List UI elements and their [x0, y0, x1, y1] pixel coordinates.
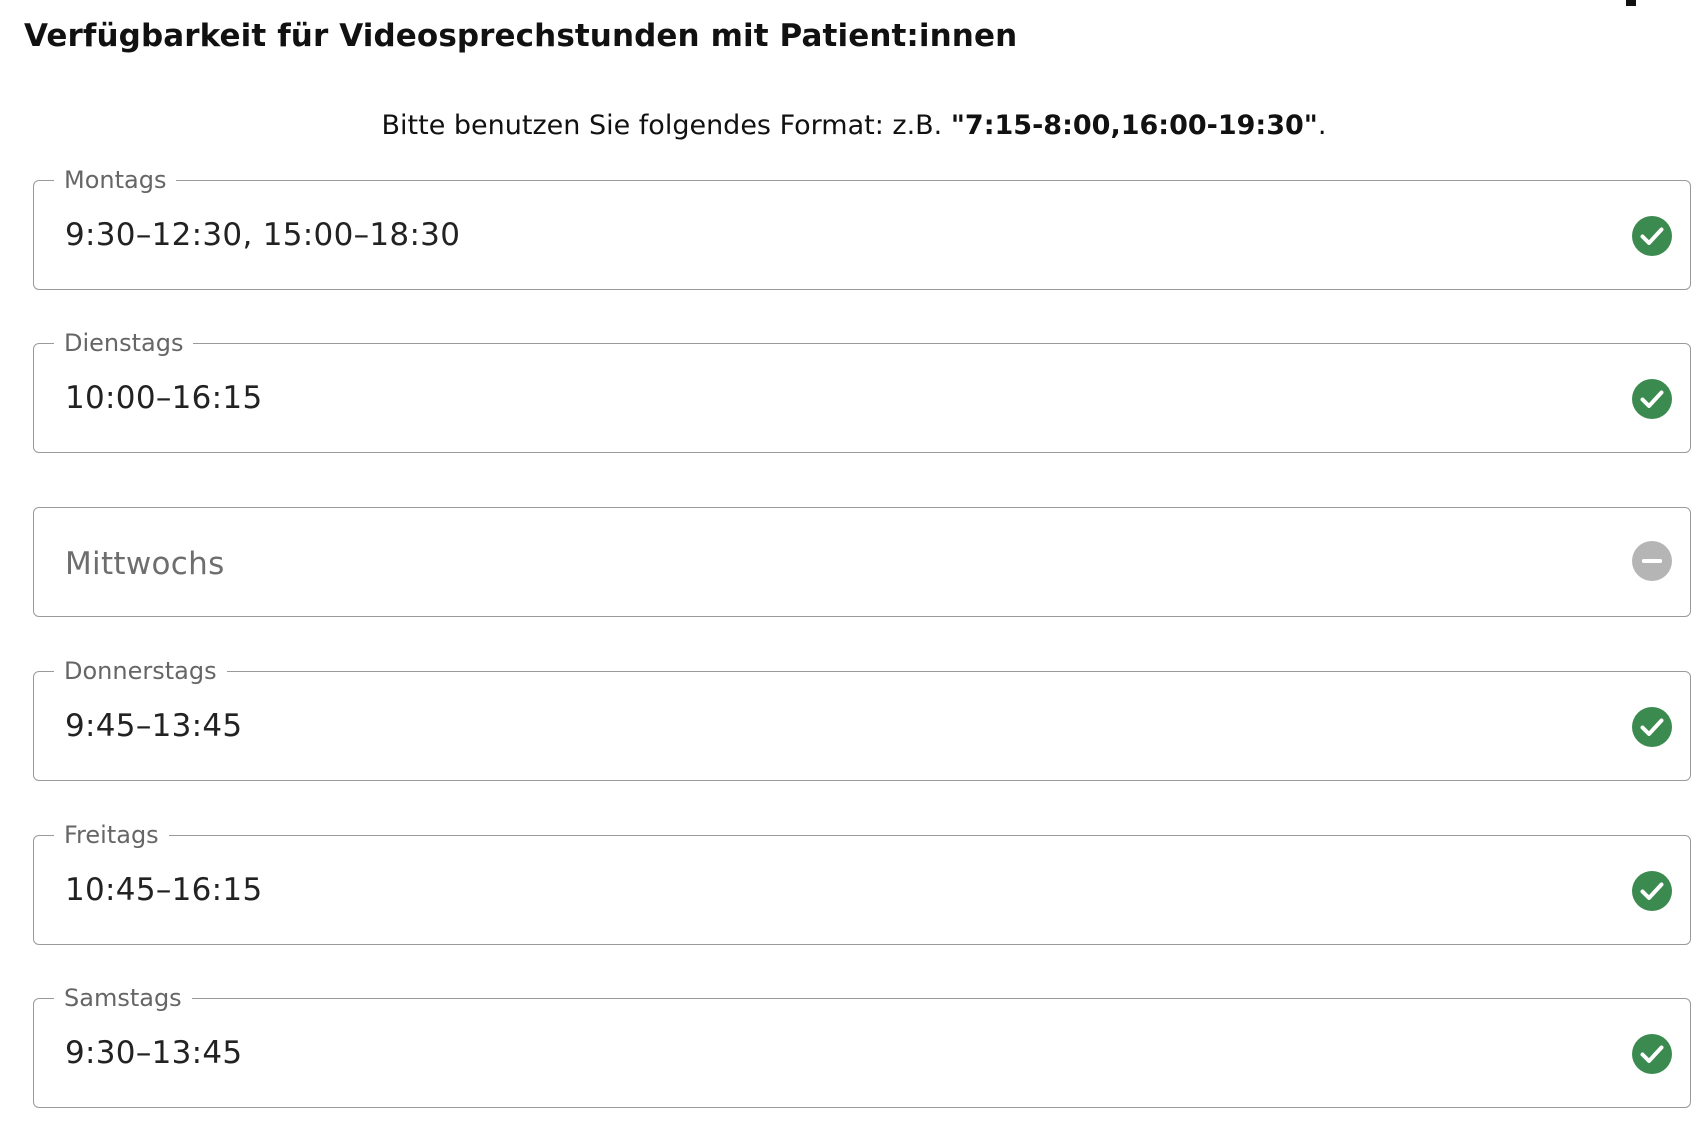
thursday-label: Donnerstags — [54, 656, 227, 686]
tuesday-label: Dienstags — [54, 328, 194, 358]
format-hint-period: . — [1317, 110, 1327, 141]
friday-field[interactable]: Freitags 10:45–16:15 — [33, 820, 1691, 945]
format-example: "7:15-8:00,16:00-19:30" — [950, 110, 1318, 141]
check-circle-icon — [1632, 871, 1672, 911]
check-circle-icon — [1632, 379, 1672, 419]
monday-label: Montags — [54, 165, 177, 195]
thursday-input[interactable]: 9:45–13:45 — [65, 706, 242, 746]
minus-circle-icon — [1632, 541, 1672, 581]
wednesday-placeholder[interactable]: Mittwochs — [65, 544, 225, 584]
top-edge-fragment — [1626, 0, 1636, 6]
saturday-label: Samstags — [54, 983, 192, 1013]
saturday-input[interactable]: 9:30–13:45 — [65, 1033, 242, 1073]
availability-page: Verfügbarkeit für Videosprechstunden mit… — [0, 0, 1708, 1126]
check-circle-icon — [1632, 1034, 1672, 1074]
tuesday-input[interactable]: 10:00–16:15 — [65, 378, 262, 418]
monday-field[interactable]: Montags 9:30–12:30, 15:00–18:30 — [33, 165, 1691, 290]
page-title: Verfügbarkeit für Videosprechstunden mit… — [24, 18, 1018, 54]
format-hint: Bitte benutzen Sie folgendes Format: z.B… — [0, 110, 1708, 141]
monday-input[interactable]: 9:30–12:30, 15:00–18:30 — [65, 215, 460, 255]
saturday-field[interactable]: Samstags 9:30–13:45 — [33, 983, 1691, 1108]
wednesday-field[interactable]: Mittwochs — [33, 507, 1691, 617]
friday-input[interactable]: 10:45–16:15 — [65, 870, 262, 910]
friday-label: Freitags — [54, 820, 169, 850]
thursday-field[interactable]: Donnerstags 9:45–13:45 — [33, 656, 1691, 781]
check-circle-icon — [1632, 707, 1672, 747]
format-hint-text: Bitte benutzen Sie folgendes Format: z.B… — [381, 110, 951, 141]
check-circle-icon — [1632, 216, 1672, 256]
tuesday-field[interactable]: Dienstags 10:00–16:15 — [33, 328, 1691, 453]
